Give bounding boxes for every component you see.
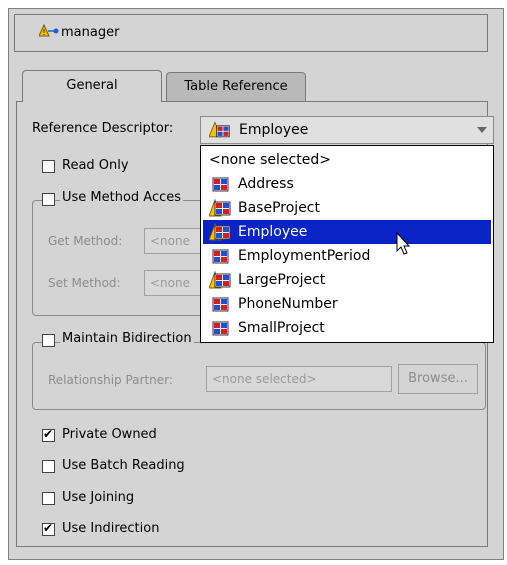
mapping-header: ! manager — [14, 14, 488, 52]
reference-descriptor-combo[interactable]: Employee — [200, 116, 494, 144]
descriptor-warning-icon — [209, 121, 230, 138]
list-item[interactable]: EmploymentPeriod — [203, 244, 491, 268]
attribute-warning-icon: ! — [38, 23, 59, 42]
get-method-field[interactable]: <none — [144, 228, 204, 254]
tab-table-reference[interactable]: Table Reference — [166, 72, 306, 102]
use-batch-reading-label: Use Batch Reading — [62, 458, 185, 473]
descriptor-icon — [212, 321, 229, 336]
set-method-label: Set Method: — [48, 276, 121, 290]
private-owned-label: Private Owned — [62, 427, 157, 442]
list-item[interactable]: <none selected> — [203, 148, 491, 172]
chevron-down-icon[interactable] — [477, 127, 487, 133]
descriptor-icon — [212, 297, 229, 312]
use-batch-reading-checkbox[interactable] — [42, 460, 55, 473]
mapping-title: manager — [61, 25, 120, 40]
use-indirection-label: Use Indirection — [62, 521, 160, 536]
list-item[interactable]: Address — [203, 172, 491, 196]
svg-text:!: ! — [42, 28, 45, 37]
use-joining-checkbox[interactable] — [42, 492, 55, 505]
descriptor-warning-icon — [209, 199, 231, 217]
read-only-checkbox[interactable] — [42, 160, 55, 173]
descriptor-icon — [212, 177, 229, 192]
descriptor-dropdown-list[interactable]: <none selected> Address BaseProject Empl… — [200, 145, 494, 343]
list-item-selected[interactable]: Employee — [203, 220, 491, 244]
descriptor-warning-icon — [209, 271, 231, 289]
list-item[interactable]: LargeProject — [203, 268, 491, 292]
use-method-access-label: Use Method Acces — [60, 190, 184, 205]
list-item[interactable]: SmallProject — [203, 316, 491, 340]
maintain-bidirectional-label: Maintain Bidirection — [60, 331, 194, 346]
tab-general[interactable]: General — [22, 70, 162, 102]
private-owned-checkbox[interactable] — [42, 427, 55, 442]
maintain-bidirectional-checkbox[interactable] — [42, 334, 55, 347]
get-method-label: Get Method: — [48, 234, 123, 248]
use-method-access-checkbox[interactable] — [42, 193, 55, 206]
use-indirection-checkbox[interactable] — [42, 521, 55, 536]
reference-descriptor-label: Reference Descriptor: — [32, 121, 174, 136]
browse-button[interactable]: Browse... — [398, 364, 478, 394]
use-joining-label: Use Joining — [62, 490, 135, 505]
mouse-cursor-icon — [396, 232, 411, 255]
reference-descriptor-value: Employee — [239, 122, 309, 138]
descriptor-icon — [212, 249, 229, 264]
list-item[interactable]: BaseProject — [203, 196, 491, 220]
list-item[interactable]: PhoneNumber — [203, 292, 491, 316]
relationship-partner-field[interactable]: <none selected> — [206, 366, 392, 392]
set-method-field[interactable]: <none — [144, 270, 204, 296]
relationship-partner-label: Relationship Partner: — [48, 373, 173, 387]
read-only-label: Read Only — [62, 158, 129, 173]
descriptor-warning-icon — [209, 223, 231, 241]
